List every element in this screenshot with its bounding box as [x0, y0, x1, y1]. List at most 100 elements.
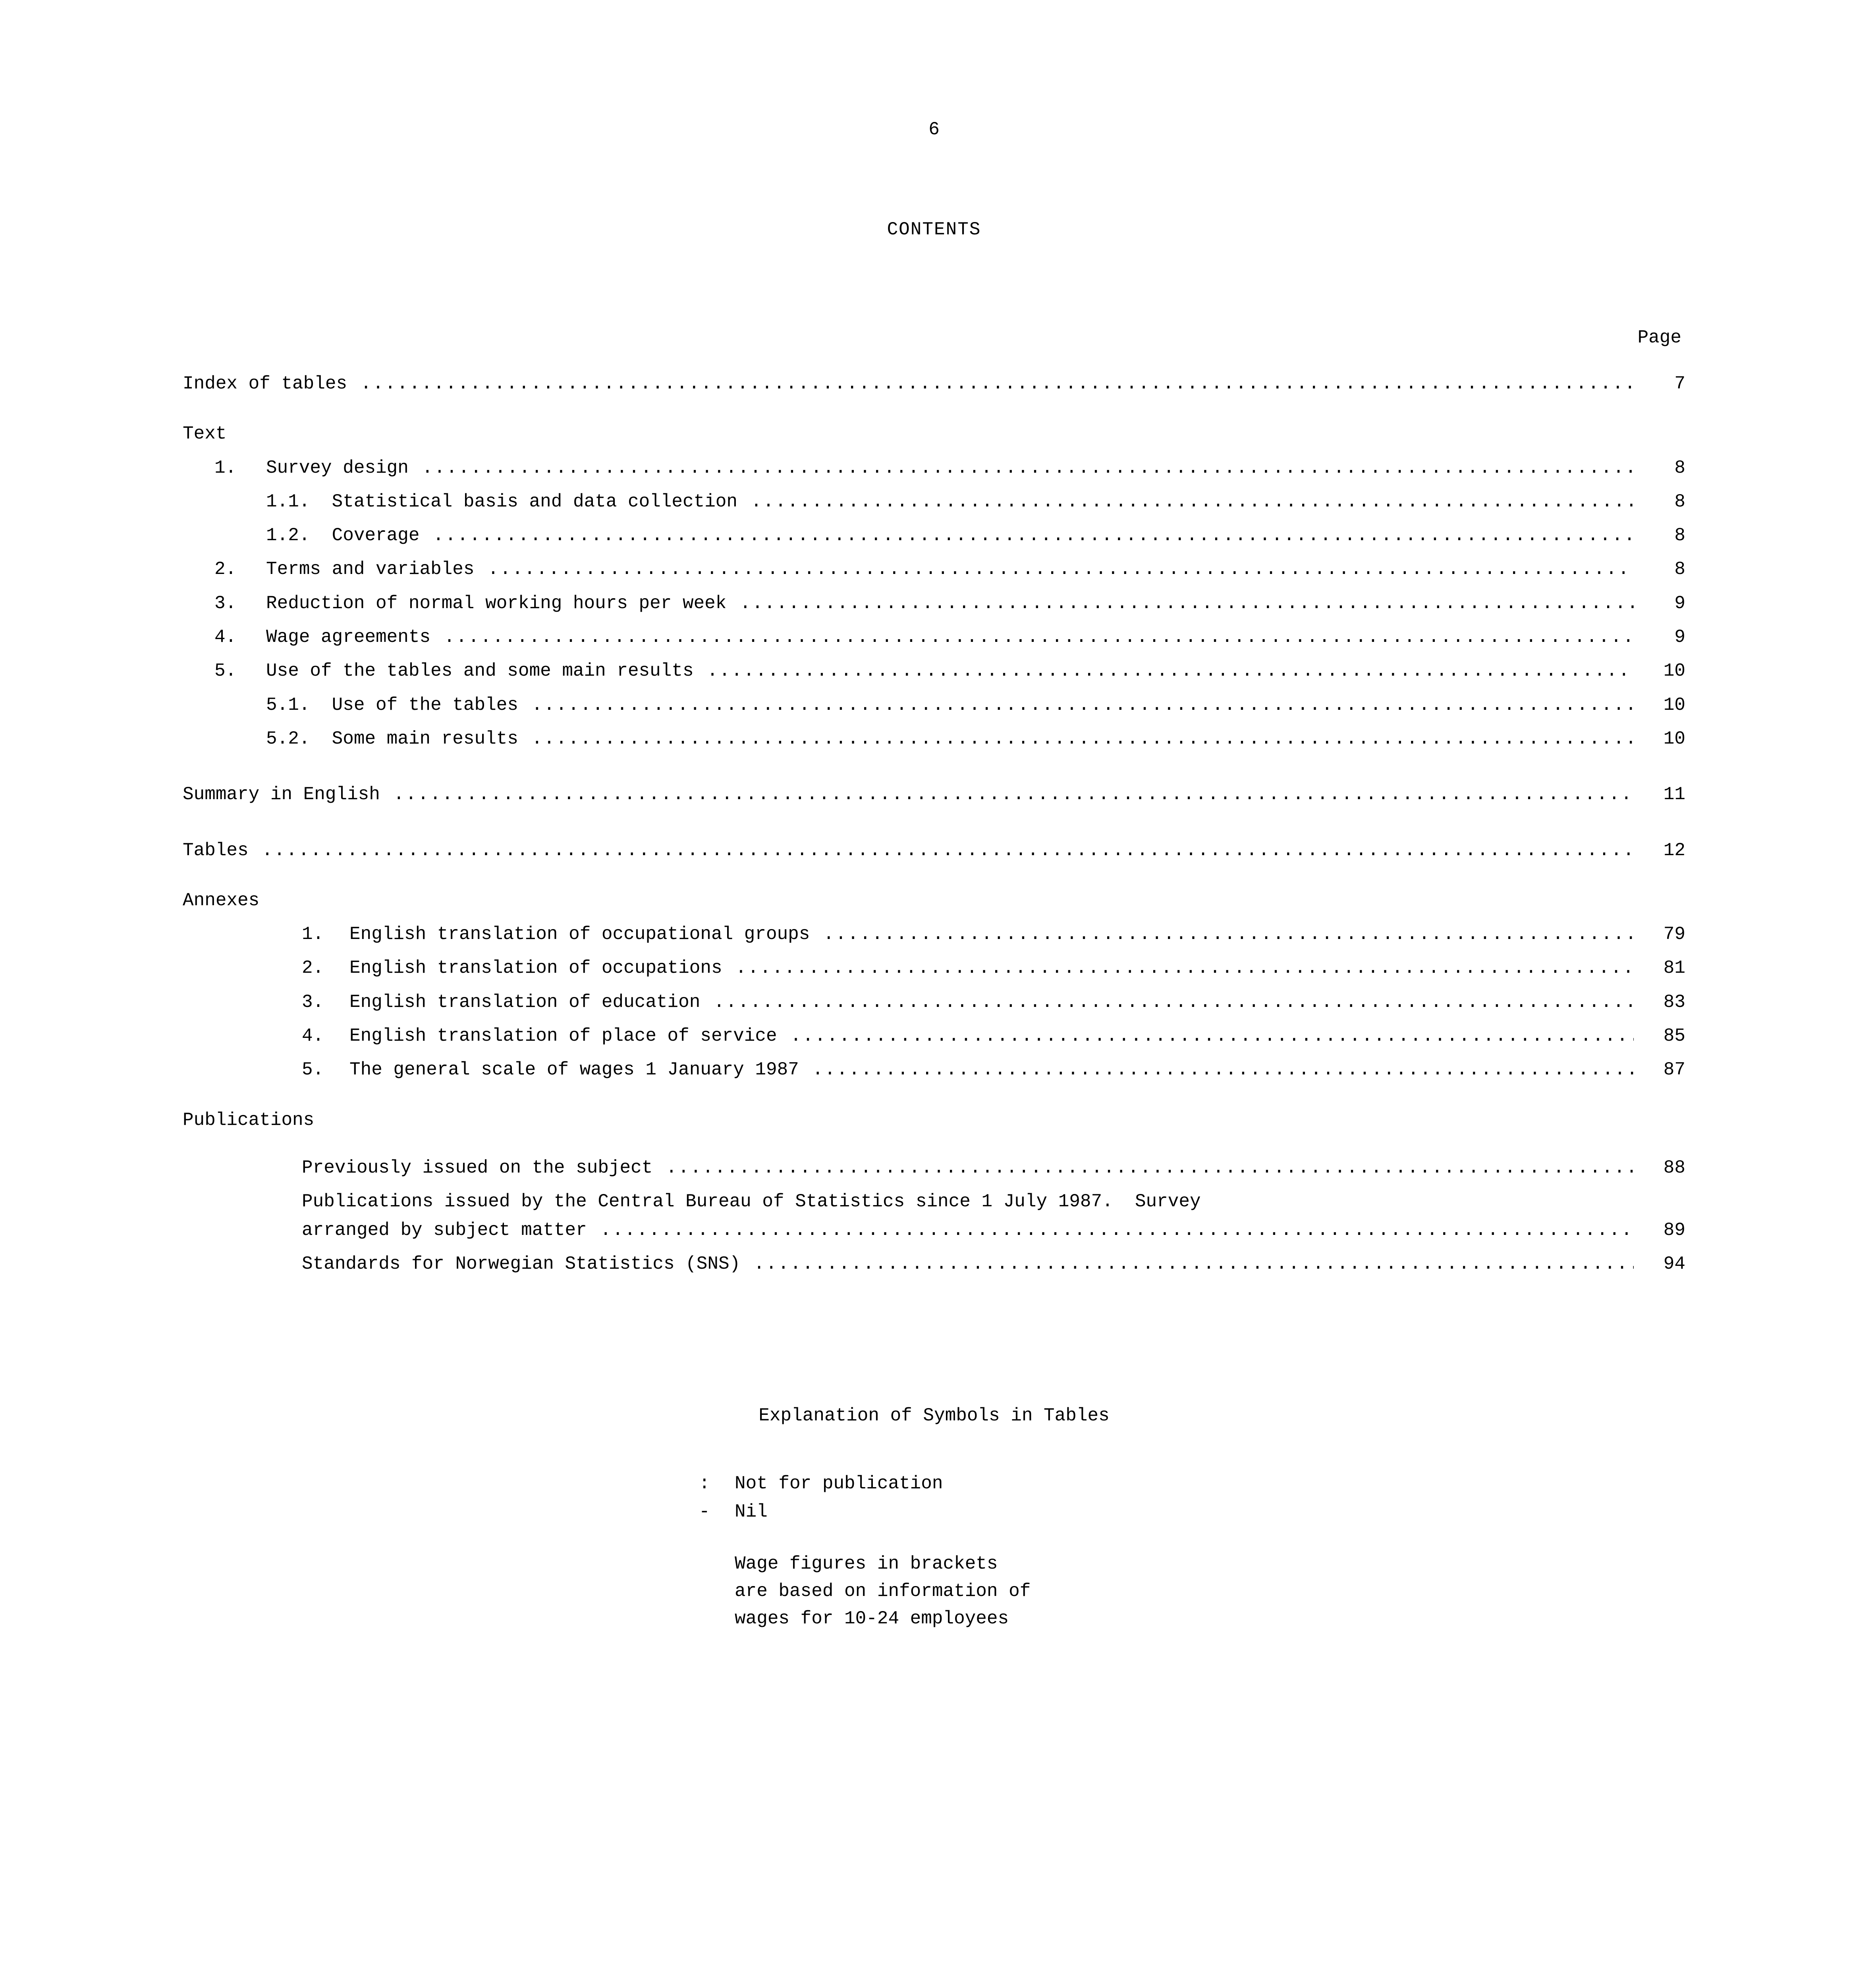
- toc-num: 5.: [183, 1056, 349, 1084]
- toc-dots: ........................................…: [788, 1022, 1634, 1050]
- toc-label: Standards for Norwegian Statistics (SNS): [183, 1250, 740, 1278]
- toc-spacer: [700, 988, 711, 1016]
- toc-label: Survey design: [266, 454, 409, 482]
- explanation-note-line: Wage figures in brackets: [735, 1550, 1685, 1578]
- section-heading-annexes: Annexes: [183, 887, 1685, 915]
- toc-dots: ........................................…: [737, 589, 1634, 618]
- toc-dots: ........................................…: [358, 370, 1634, 398]
- toc-row: 5.2. Some main results .................…: [183, 725, 1685, 753]
- toc-label: English translation of education: [349, 988, 700, 1016]
- toc-spacer: [652, 1154, 664, 1182]
- toc-page: 8: [1634, 454, 1685, 482]
- toc-num: 1.: [183, 920, 349, 949]
- toc-dots: ........................................…: [751, 1250, 1634, 1278]
- spacer: [183, 759, 1685, 780]
- toc-row: 1. English translation of occupational g…: [183, 920, 1685, 949]
- toc-page: 83: [1634, 988, 1685, 1016]
- toc-dots: ........................................…: [733, 954, 1634, 982]
- toc-spacer: [518, 691, 529, 719]
- toc-page: 81: [1634, 954, 1685, 982]
- toc-label: Tables: [183, 837, 249, 865]
- toc-page: 7: [1634, 370, 1685, 398]
- toc-label: Index of tables: [183, 370, 347, 398]
- toc-num: 1.1.: [183, 488, 310, 516]
- toc-dots: ........................................…: [391, 780, 1634, 809]
- toc-spacer: [347, 370, 358, 398]
- explanation-symbol: -: [699, 1498, 735, 1526]
- toc-row-multiline-top: Publications issued by the Central Burea…: [183, 1188, 1685, 1216]
- toc-page: 9: [1634, 623, 1685, 651]
- page-number: 6: [183, 119, 1685, 140]
- toc-page: 85: [1634, 1022, 1685, 1050]
- toc-label: Terms and variables: [266, 555, 475, 583]
- toc-dots: ........................................…: [529, 691, 1634, 719]
- toc-num: 3.: [183, 589, 266, 618]
- toc-page: 10: [1634, 657, 1685, 685]
- toc-label: Statistical basis and data collection: [332, 488, 737, 516]
- toc-page: 10: [1634, 725, 1685, 753]
- toc-dots: ........................................…: [419, 454, 1634, 482]
- toc-row: 5. Use of the tables and some main resul…: [183, 657, 1685, 685]
- toc-spacer: [249, 837, 260, 865]
- toc-row: 1.2. Coverage ..........................…: [183, 522, 1685, 550]
- toc-num: 2.: [183, 954, 349, 982]
- toc-num: 5.: [183, 657, 266, 685]
- explanation-block: Explanation of Symbols in Tables : Not f…: [183, 1405, 1685, 1632]
- toc-label-line1: Publications issued by the Central Burea…: [183, 1188, 1201, 1216]
- toc-dots: ........................................…: [711, 988, 1634, 1016]
- toc-dots: ........................................…: [259, 837, 1634, 865]
- toc-label: English translation of occupational grou…: [349, 920, 810, 949]
- toc-spacer: [722, 954, 733, 982]
- toc-spacer: [310, 725, 332, 753]
- toc-num: 2.: [183, 555, 266, 583]
- spacer: [183, 1140, 1685, 1154]
- toc-label: The general scale of wages 1 January 198…: [349, 1056, 799, 1084]
- toc-row: 5.1. Use of the tables .................…: [183, 691, 1685, 719]
- toc-page: 89: [1634, 1216, 1685, 1244]
- toc-row: 1. Survey design .......................…: [183, 454, 1685, 482]
- toc-page: 87: [1634, 1056, 1685, 1084]
- section-heading-publications: Publications: [183, 1106, 1685, 1134]
- toc-row-multiline-bottom: arranged by subject matter .............…: [183, 1216, 1685, 1244]
- toc-page: 8: [1634, 555, 1685, 583]
- toc-spacer: [475, 555, 486, 583]
- toc-row: Standards for Norwegian Statistics (SNS)…: [183, 1250, 1685, 1278]
- explanation-list: : Not for publication - Nil: [699, 1470, 1685, 1526]
- toc-row: 2. Terms and variables .................…: [183, 555, 1685, 583]
- toc-label: Use of the tables and some main results: [266, 657, 694, 685]
- explanation-item: - Nil: [699, 1498, 1685, 1526]
- section-heading-text: Text: [183, 420, 1685, 448]
- toc-num: 4.: [183, 623, 266, 651]
- toc-page: 9: [1634, 589, 1685, 618]
- toc-spacer: [737, 488, 749, 516]
- explanation-text: Nil: [735, 1498, 768, 1526]
- toc-row: 4. Wage agreements .....................…: [183, 623, 1685, 651]
- toc-row: 4. English translation of place of servi…: [183, 1022, 1685, 1050]
- toc-dots: ........................................…: [529, 725, 1634, 753]
- toc-label-line2: arranged by subject matter: [183, 1216, 587, 1244]
- toc-label: Coverage: [332, 522, 420, 550]
- explanation-item: : Not for publication: [699, 1470, 1685, 1498]
- toc-row-summary: Summary in English .....................…: [183, 780, 1685, 809]
- toc-num: 1.: [183, 454, 266, 482]
- toc-dots: ........................................…: [749, 488, 1634, 516]
- toc-page: 11: [1634, 780, 1685, 809]
- toc-label: Reduction of normal working hours per we…: [266, 589, 726, 618]
- toc-spacer: [587, 1216, 598, 1244]
- toc-spacer: [799, 1056, 810, 1084]
- toc-row: 1.1. Statistical basis and data collecti…: [183, 488, 1685, 516]
- toc-page: 8: [1634, 488, 1685, 516]
- toc-page: 8: [1634, 522, 1685, 550]
- page-column-label: Page: [183, 327, 1685, 348]
- toc-dots: ........................................…: [821, 920, 1634, 949]
- toc-spacer: [810, 920, 821, 949]
- toc-spacer: [310, 691, 332, 719]
- toc-spacer: [777, 1022, 788, 1050]
- toc-page: 88: [1634, 1154, 1685, 1182]
- toc-row: 3. Reduction of normal working hours per…: [183, 589, 1685, 618]
- toc-label: Some main results: [332, 725, 518, 753]
- toc-page: 79: [1634, 920, 1685, 949]
- toc-dots: ........................................…: [430, 522, 1634, 550]
- toc-row-tables: Tables .................................…: [183, 837, 1685, 865]
- toc-spacer: [518, 725, 529, 753]
